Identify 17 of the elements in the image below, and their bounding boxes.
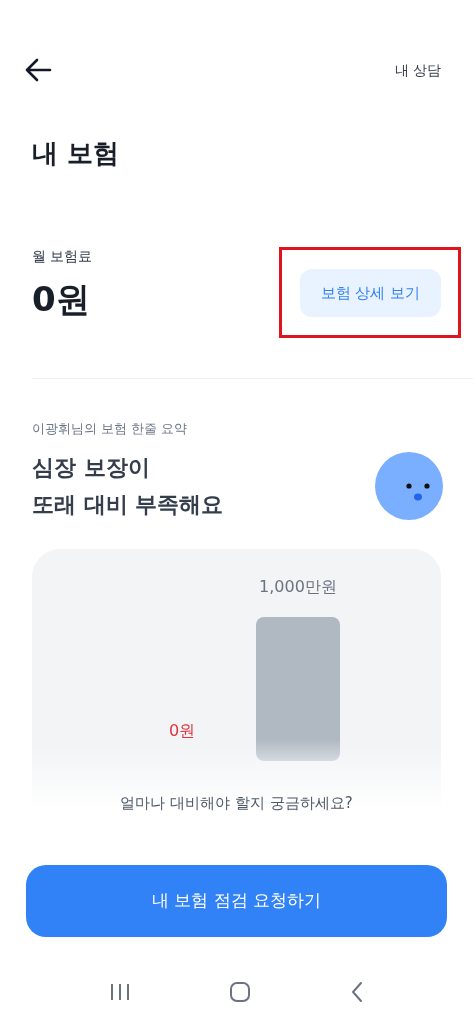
page-title: 내 보험 bbox=[31, 137, 121, 170]
detail-button[interactable]: 보험 상세 보기 bbox=[300, 269, 441, 317]
premium-amount: 0원 bbox=[32, 278, 91, 321]
value-label: 1,000만원 bbox=[259, 575, 337, 598]
back-nav-icon[interactable] bbox=[349, 980, 364, 1003]
recents-nav-icon[interactable] bbox=[109, 981, 132, 1002]
premium-label: 월 보험료 bbox=[32, 247, 93, 266]
summary-headline: 심장 보장이 또래 대비 부족해요 bbox=[32, 453, 224, 519]
request-check-button[interactable]: 내 보험 점검 요청하기 bbox=[26, 864, 447, 937]
back-arrow-icon bbox=[24, 58, 52, 82]
consultation-link[interactable]: 내 상담 bbox=[394, 59, 441, 81]
summary-caption: 이광휘님의 보험 한줄 요약 bbox=[32, 420, 189, 438]
value-label: 0원 bbox=[168, 719, 196, 742]
back-button[interactable] bbox=[24, 56, 52, 84]
question-text: 얼마나 대비해야 할지 궁금하세요? bbox=[119, 793, 354, 814]
home-nav-icon[interactable] bbox=[229, 980, 252, 1003]
avatar-icon bbox=[375, 451, 443, 520]
